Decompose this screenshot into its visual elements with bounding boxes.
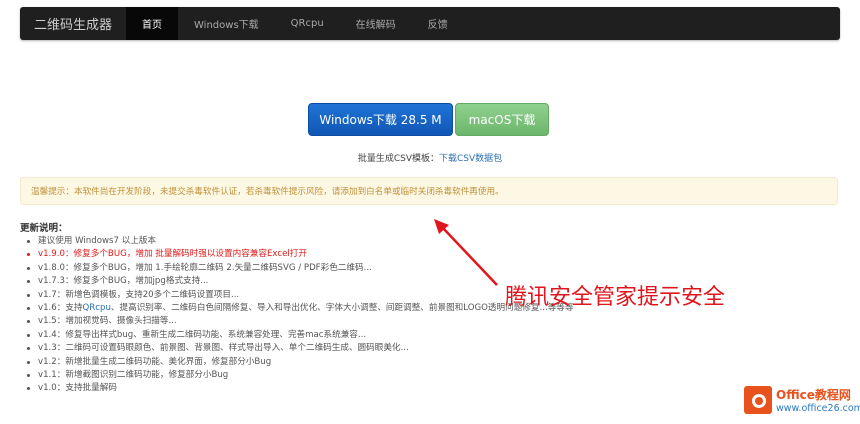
watermark: Office教程网 www.office26.com [744, 382, 860, 420]
office-logo-icon [744, 386, 772, 414]
watermark-title: Office教程网 [776, 388, 851, 402]
annotation-text: 腾讯安全管家提示安全 [505, 285, 726, 310]
watermark-url: www.office26.com [776, 403, 860, 414]
arrow-icon [434, 219, 498, 286]
